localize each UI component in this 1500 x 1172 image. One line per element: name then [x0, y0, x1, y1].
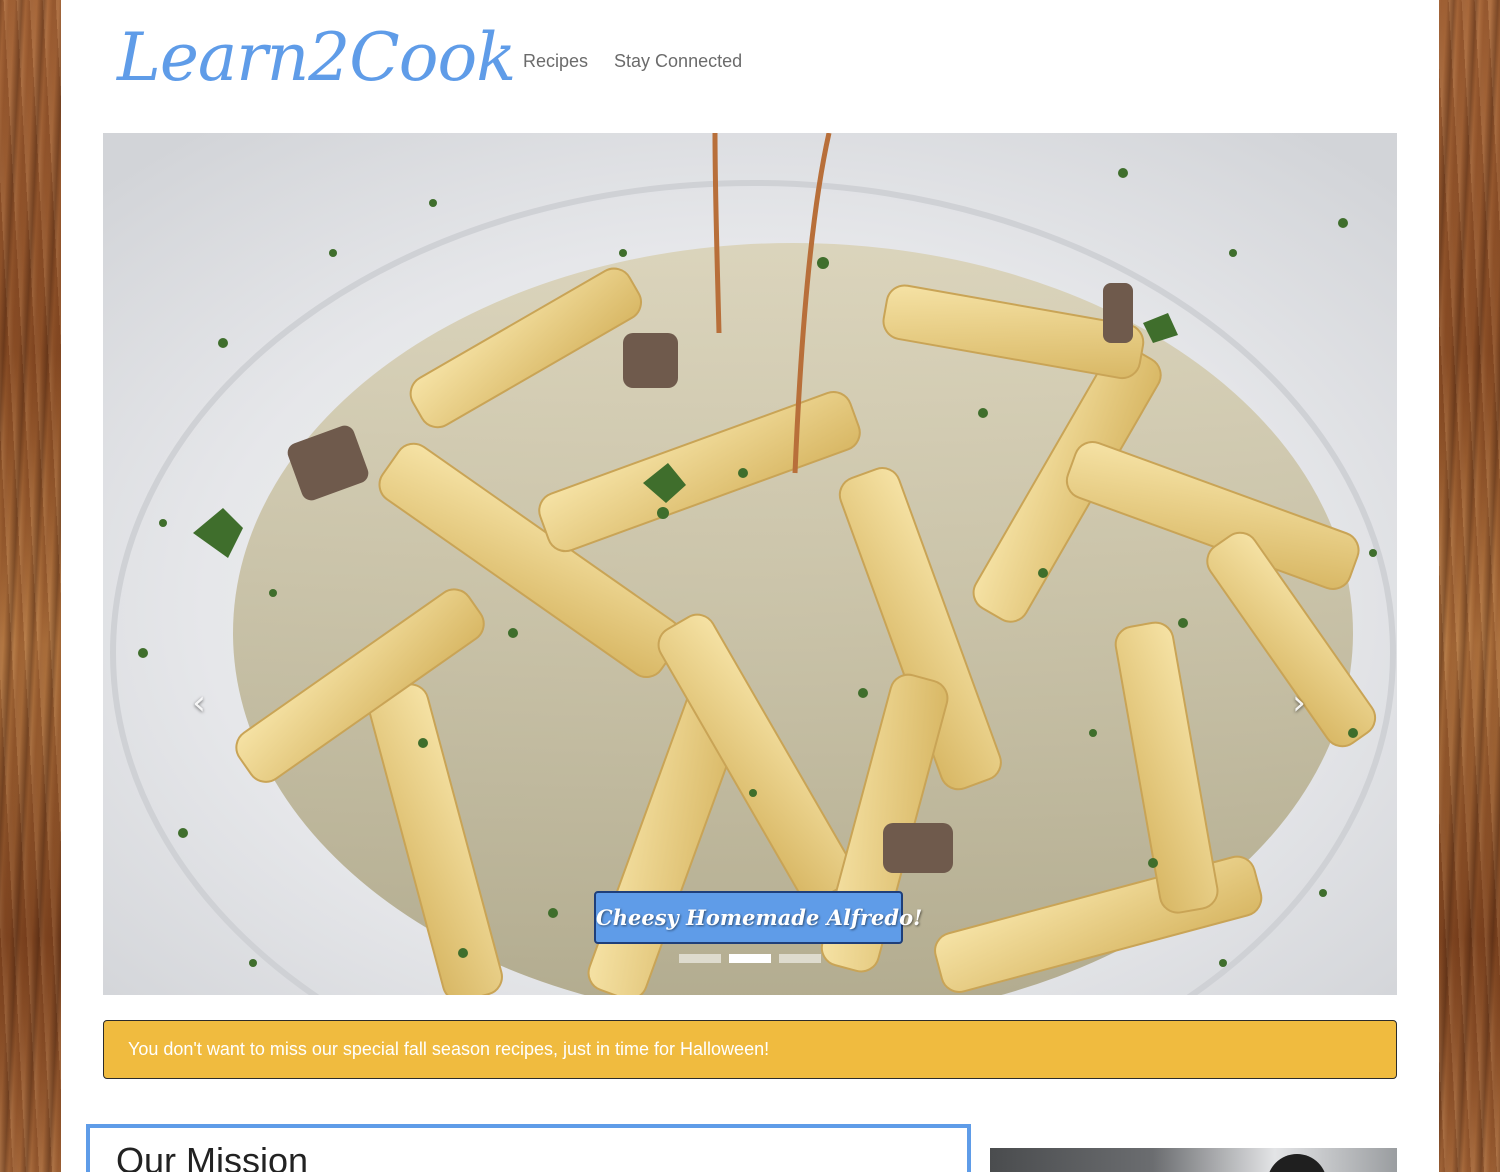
carousel-caption: Cheesy Homemade Alfredo! [594, 891, 922, 944]
site-header: Learn2Cook Recipes Stay Connected [61, 0, 1439, 130]
page-container: Learn2Cook Recipes Stay Connected ‹ › Ch… [61, 0, 1439, 1172]
hero-carousel: ‹ › Cheesy Homemade Alfredo! [103, 133, 1397, 995]
carousel-prev-button[interactable]: ‹ [179, 673, 219, 733]
nav-link-stay-connected[interactable]: Stay Connected [614, 51, 742, 72]
side-image [990, 1148, 1397, 1172]
carousel-next-button[interactable]: › [1279, 673, 1319, 733]
mission-section: Our Mission [86, 1124, 971, 1172]
chevron-right-icon: › [1292, 683, 1306, 723]
carousel-indicator-2[interactable] [729, 954, 771, 963]
carousel-indicator-1[interactable] [679, 954, 721, 963]
side-image-figure [1267, 1154, 1327, 1172]
carousel-indicators [679, 954, 821, 963]
main-nav: Recipes Stay Connected [523, 51, 742, 72]
fall-recipes-alert: You don't want to miss our special fall … [103, 1020, 1397, 1079]
nav-link-recipes[interactable]: Recipes [523, 51, 588, 72]
carousel-slide-image [103, 133, 1397, 995]
chevron-left-icon: ‹ [192, 683, 206, 723]
mission-heading: Our Mission [116, 1140, 309, 1172]
site-logo[interactable]: Learn2Cook [117, 18, 516, 97]
carousel-indicator-3[interactable] [779, 954, 821, 963]
